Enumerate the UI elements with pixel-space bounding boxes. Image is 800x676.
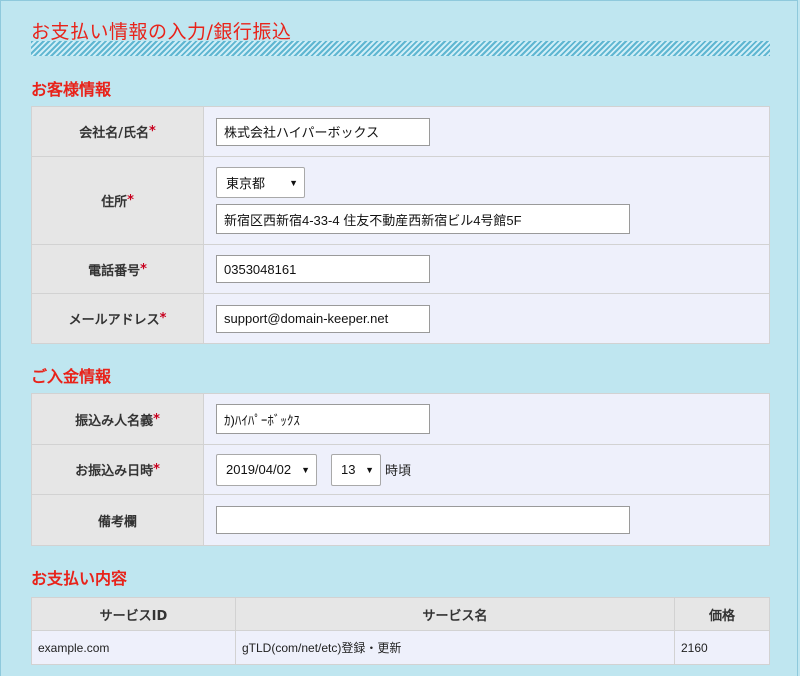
company-name-input[interactable] — [216, 117, 430, 146]
required-mark: * — [153, 462, 160, 477]
column-header-service-id: サービスID — [31, 597, 236, 631]
email-label-text: メールアドレス — [68, 313, 160, 328]
required-mark: * — [140, 261, 147, 277]
date-row: お振込み日時 * 2019/04/02 ▼ 13 ▼ 時頃 — [32, 445, 769, 495]
date-value-cell: 2019/04/02 ▼ 13 ▼ 時頃 — [204, 445, 769, 494]
company-row: 会社名/氏名 * — [32, 107, 769, 157]
cell-service-id: example.com — [31, 630, 236, 665]
payment-summary-table: サービスID サービス名 価格 example.com gTLD(com/net… — [31, 597, 770, 665]
transfer-date-select[interactable]: 2019/04/02 ▼ — [216, 453, 317, 486]
chevron-down-icon: ▼ — [301, 464, 310, 475]
payer-value-cell — [204, 394, 769, 444]
phone-row: 電話番号 * — [32, 245, 769, 294]
required-mark: * — [148, 124, 156, 139]
payer-label-text: 振込み人名義 — [75, 413, 154, 429]
table-row: example.com gTLD(com/net/etc)登録・更新 2160 — [31, 630, 770, 665]
company-label: 会社名/氏名 * — [32, 107, 204, 156]
address-value-cell: 東京都 ▼ — [204, 157, 769, 244]
phone-input[interactable] — [216, 255, 430, 283]
transfer-date-value: 2019/04/02 — [226, 462, 292, 477]
remarks-row: 備考欄 — [32, 495, 769, 545]
phone-label-text: 電話番号 — [88, 263, 141, 279]
email-label: メールアドレス * — [32, 294, 204, 343]
title-underline — [31, 41, 770, 56]
column-header-price: 価格 — [674, 597, 770, 631]
email-value-cell — [204, 294, 769, 343]
required-mark: * — [159, 311, 167, 326]
address-input[interactable] — [216, 204, 630, 234]
summary-section-title: お支払い内容 — [31, 569, 128, 588]
payment-section-title: ご入金情報 — [31, 367, 112, 386]
transfer-hour-select[interactable]: 13 ▼ — [331, 453, 381, 486]
payer-name-input[interactable] — [216, 404, 430, 434]
remarks-label: 備考欄 — [32, 495, 204, 545]
company-label-text: 会社名/氏名 — [79, 126, 149, 141]
email-row: メールアドレス * — [32, 294, 769, 343]
cell-price: 2160 — [674, 630, 770, 665]
hour-unit-label: 時頃 — [385, 464, 412, 479]
column-header-service-name: サービス名 — [235, 597, 675, 631]
address-label: 住所 * — [32, 157, 204, 244]
chevron-down-icon: ▼ — [365, 464, 374, 475]
remarks-label-text: 備考欄 — [97, 514, 137, 530]
prefecture-select[interactable]: 東京都 ▼ — [216, 167, 305, 198]
date-label-text: お振込み日時 — [75, 464, 154, 479]
customer-section-title: お客様情報 — [31, 80, 112, 99]
remarks-input[interactable] — [216, 506, 630, 534]
chevron-down-icon: ▼ — [289, 177, 298, 188]
customer-panel: 会社名/氏名* 住所* 東京都 ▼ 電話番号* メールアドレス* — [31, 106, 770, 344]
address-row: 住所 * 東京都 ▼ — [32, 157, 769, 245]
table-header-row: サービスID サービス名 価格 — [31, 597, 770, 631]
remarks-value-cell — [204, 495, 769, 545]
company-value-cell — [204, 107, 769, 156]
address-label-text: 住所 — [101, 195, 128, 210]
date-controls: 2019/04/02 ▼ 13 ▼ 時頃 — [216, 453, 769, 486]
phone-label: 電話番号 * — [32, 245, 204, 293]
cell-service-name: gTLD(com/net/etc)登録・更新 — [235, 630, 675, 665]
date-label: お振込み日時 * — [32, 445, 204, 494]
payer-row: 振込み人名義 * — [32, 394, 769, 445]
email-input[interactable] — [216, 304, 430, 333]
page-title: お支払い情報の入力/銀行振込 — [31, 21, 292, 43]
payment-panel: 振込み人名義* お振込み日時* 2019/04/02 ▼ 13 ▼ 時頃 — [31, 393, 770, 546]
required-mark: * — [127, 193, 134, 208]
phone-value-cell — [204, 245, 769, 293]
payer-label: 振込み人名義 * — [32, 394, 204, 444]
required-mark: * — [153, 411, 160, 427]
transfer-hour-value: 13 — [341, 462, 356, 477]
prefecture-select-value: 東京都 — [226, 176, 266, 191]
